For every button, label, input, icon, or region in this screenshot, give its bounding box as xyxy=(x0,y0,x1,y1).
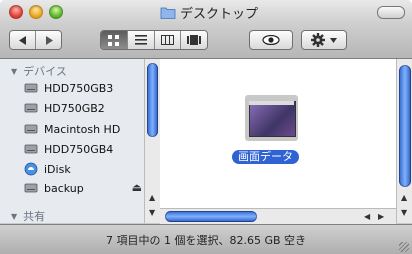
view-switcher xyxy=(100,30,208,50)
folder-icon xyxy=(160,7,176,19)
back-button[interactable] xyxy=(10,31,37,49)
finder-window: デスクトップ ▼ デバイス HDD750GB3 HD750GB2 Macinto… xyxy=(0,0,412,254)
list-view-icon xyxy=(134,35,147,45)
idisk-icon xyxy=(24,162,38,176)
shared-header[interactable]: ▼ 共有 xyxy=(11,208,45,224)
icon-view-button[interactable] xyxy=(101,31,128,49)
minimize-button[interactable] xyxy=(29,5,43,19)
chevron-down-icon xyxy=(330,37,337,43)
sidebar: ▼ デバイス HDD750GB3 HD750GB2 Macintosh HD H… xyxy=(0,59,147,223)
shared-header-label: 共有 xyxy=(23,210,46,223)
window-title-text: デスクトップ xyxy=(180,6,259,22)
action-menu-button[interactable] xyxy=(301,30,347,50)
column-view-icon xyxy=(160,35,174,45)
disclosure-triangle-icon: ▼ xyxy=(11,211,18,221)
coverflow-view-icon xyxy=(187,35,202,45)
scroll-up-arrow-icon[interactable]: ▲ xyxy=(401,193,407,202)
scroll-right-arrow-icon[interactable]: ▶ xyxy=(378,212,384,221)
sidebar-item-label: iDisk xyxy=(44,162,71,176)
screenshot-file-icon[interactable] xyxy=(245,95,298,141)
sidebar-scroll-thumb[interactable] xyxy=(147,63,158,137)
icon-view-icon xyxy=(108,34,120,46)
window-title: デスクトップ xyxy=(160,3,259,22)
content-scroll-thumb[interactable] xyxy=(399,65,411,187)
screenshot-menubar xyxy=(249,101,294,105)
devices-header-label: デバイス xyxy=(23,65,67,78)
file-name-label[interactable]: 画面データ xyxy=(232,150,299,164)
sidebar-item-label: Macintosh HD xyxy=(44,122,121,136)
sidebar-item-hdd750gb4[interactable]: HDD750GB4 xyxy=(24,139,142,159)
eye-icon xyxy=(262,35,280,45)
back-arrow-icon xyxy=(18,35,26,45)
scroll-down-arrow-icon[interactable]: ▼ xyxy=(401,208,407,217)
disk-icon xyxy=(24,103,38,113)
toolbar-toggle-button[interactable] xyxy=(377,6,405,19)
sidebar-item-hd750gb2[interactable]: HD750GB2 xyxy=(24,98,142,118)
scroll-down-arrow-icon[interactable]: ▼ xyxy=(149,208,155,217)
content-horizontal-scrollbar[interactable]: ◀ ▶ xyxy=(160,208,396,224)
sidebar-item-hdd750gb3[interactable]: HDD750GB3 xyxy=(24,78,142,98)
sidebar-item-label: backup xyxy=(44,181,84,195)
title-bar: デスクトップ xyxy=(0,0,412,59)
disk-icon xyxy=(24,183,38,193)
status-text: 7 項目中の 1 個を選択、82.65 GB 空き xyxy=(105,234,307,247)
close-button[interactable] xyxy=(9,5,23,19)
horizontal-scroll-thumb[interactable] xyxy=(165,211,257,222)
forward-arrow-icon xyxy=(45,35,53,45)
sidebar-item-label: HD750GB2 xyxy=(44,101,105,115)
resize-grip-icon[interactable] xyxy=(399,242,409,252)
scroll-left-arrow-icon[interactable]: ◀ xyxy=(364,212,370,221)
content-area[interactable]: 画面データ xyxy=(160,59,412,223)
forward-button[interactable] xyxy=(36,31,61,49)
disk-icon xyxy=(24,83,38,93)
screenshot-preview xyxy=(249,101,296,137)
coverflow-view-button[interactable] xyxy=(181,31,207,49)
content-vertical-scrollbar[interactable]: ▲ ▼ xyxy=(396,59,412,223)
scroll-up-arrow-icon[interactable]: ▲ xyxy=(149,193,155,202)
sidebar-item-label: HDD750GB4 xyxy=(44,142,114,156)
list-view-button[interactable] xyxy=(127,31,155,49)
sidebar-item-label: HDD750GB3 xyxy=(44,81,114,95)
devices-header[interactable]: ▼ デバイス xyxy=(11,63,67,79)
sidebar-item-macintosh-hd[interactable]: Macintosh HD xyxy=(24,119,142,139)
disk-icon xyxy=(24,144,38,154)
gear-icon xyxy=(311,33,325,47)
sidebar-scrollbar[interactable]: ▲ ▼ xyxy=(144,59,160,223)
zoom-button[interactable] xyxy=(49,5,63,19)
column-view-button[interactable] xyxy=(154,31,182,49)
nav-buttons xyxy=(9,30,62,50)
sidebar-item-idisk[interactable]: iDisk xyxy=(24,159,142,179)
disk-icon xyxy=(24,124,38,134)
eject-icon[interactable]: ⏏ xyxy=(132,181,142,194)
sidebar-item-backup[interactable]: backup ⏏ xyxy=(24,178,142,198)
status-bar: 7 項目中の 1 個を選択、82.65 GB 空き xyxy=(0,224,412,254)
quicklook-button[interactable] xyxy=(249,30,293,50)
disclosure-triangle-icon: ▼ xyxy=(11,66,18,76)
